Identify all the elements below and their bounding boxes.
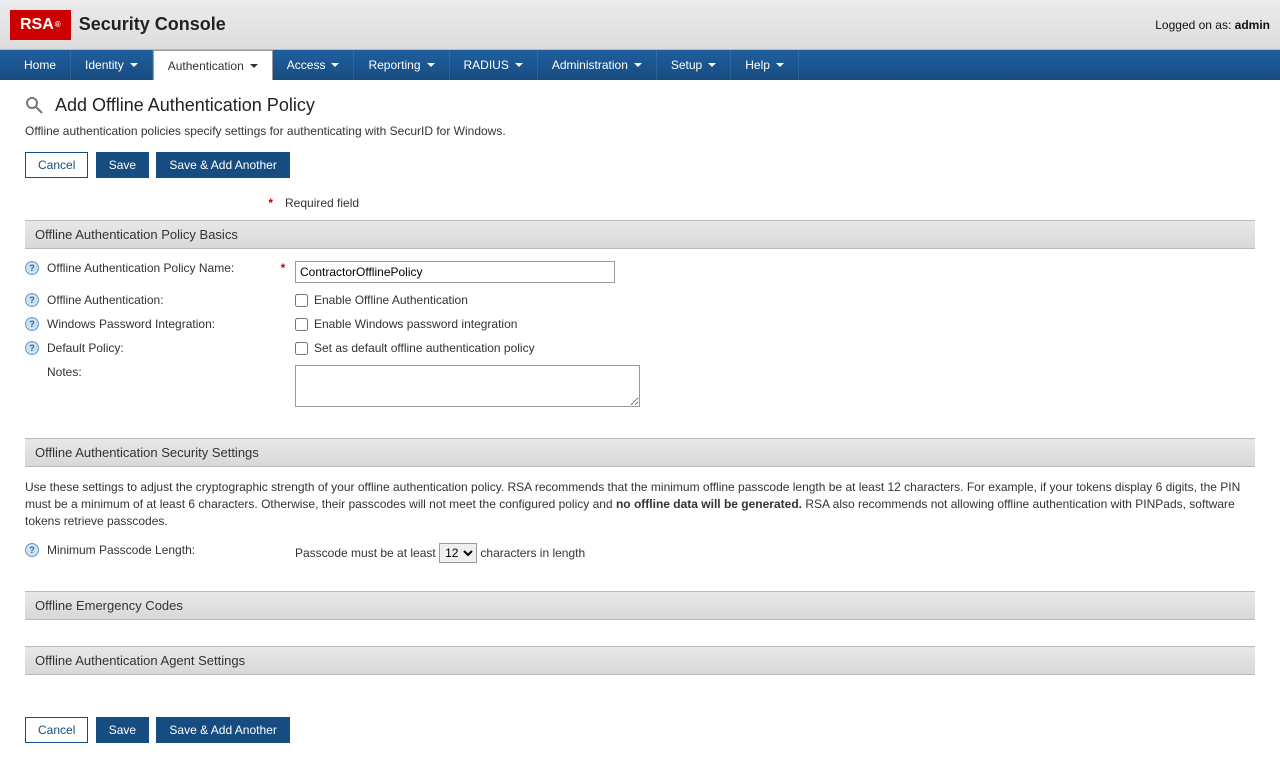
- rsa-logo-icon: RSA®: [10, 10, 71, 40]
- enable-offline-checkbox[interactable]: [295, 294, 308, 307]
- win-pass-checkbox-label[interactable]: Enable Windows password integration: [295, 317, 1255, 331]
- cancel-button[interactable]: Cancel: [25, 152, 88, 178]
- app-header: RSA® Security Console Logged on as: admi…: [0, 0, 1280, 50]
- chevron-down-icon: [130, 63, 138, 67]
- logged-on-user: Logged on as: admin: [1155, 18, 1270, 32]
- nav-identity[interactable]: Identity: [71, 50, 153, 80]
- default-policy-checkbox-label[interactable]: Set as default offline authentication po…: [295, 341, 1255, 355]
- help-icon[interactable]: ?: [25, 341, 39, 355]
- console-title: Security Console: [79, 14, 226, 35]
- chevron-down-icon: [776, 63, 784, 67]
- enable-offline-checkbox-label[interactable]: Enable Offline Authentication: [295, 293, 1255, 307]
- chevron-down-icon: [515, 63, 523, 67]
- chevron-down-icon: [634, 63, 642, 67]
- section-security-header: Offline Authentication Security Settings: [25, 438, 1255, 467]
- nav-help[interactable]: Help: [731, 50, 799, 80]
- help-icon[interactable]: ?: [25, 317, 39, 331]
- required-star-icon: *: [281, 261, 286, 275]
- page-description: Offline authentication policies specify …: [25, 124, 1255, 138]
- notes-label: Notes:: [47, 365, 82, 379]
- passcode-suffix-text: characters in length: [480, 546, 585, 560]
- top-button-row: Cancel Save Save & Add Another: [25, 152, 1255, 178]
- default-policy-checkbox[interactable]: [295, 342, 308, 355]
- save-add-another-button[interactable]: Save & Add Another: [156, 717, 289, 743]
- section-agent-header: Offline Authentication Agent Settings: [25, 646, 1255, 675]
- logo-area: RSA® Security Console: [10, 10, 226, 40]
- nav-setup[interactable]: Setup: [657, 50, 731, 80]
- chevron-down-icon: [427, 63, 435, 67]
- win-pass-checkbox[interactable]: [295, 318, 308, 331]
- bottom-button-row: Cancel Save Save & Add Another: [25, 717, 1255, 743]
- policy-name-input[interactable]: [295, 261, 615, 283]
- required-field-label: Required field: [285, 196, 359, 210]
- nav-administration[interactable]: Administration: [538, 50, 657, 80]
- chevron-down-icon: [250, 64, 258, 68]
- page-title: Add Offline Authentication Policy: [55, 95, 315, 116]
- cancel-button[interactable]: Cancel: [25, 717, 88, 743]
- policy-name-label: Offline Authentication Policy Name:: [47, 261, 234, 275]
- win-pass-label: Windows Password Integration:: [47, 317, 215, 331]
- main-nav: Home Identity Authentication Access Repo…: [0, 50, 1280, 80]
- notes-textarea[interactable]: [295, 365, 640, 407]
- passcode-prefix-text: Passcode must be at least: [295, 546, 439, 560]
- help-icon[interactable]: ?: [25, 543, 39, 557]
- page-icon: [25, 96, 45, 116]
- min-passcode-label: Minimum Passcode Length:: [47, 543, 195, 557]
- section-basics-header: Offline Authentication Policy Basics: [25, 220, 1255, 249]
- nav-authentication[interactable]: Authentication: [153, 50, 273, 80]
- required-legend: * Required field: [25, 196, 1255, 210]
- section-emergency-header: Offline Emergency Codes: [25, 591, 1255, 620]
- page-header: Add Offline Authentication Policy: [25, 95, 1255, 116]
- save-button[interactable]: Save: [96, 717, 149, 743]
- nav-radius[interactable]: RADIUS: [450, 50, 538, 80]
- nav-reporting[interactable]: Reporting: [354, 50, 449, 80]
- chevron-down-icon: [331, 63, 339, 67]
- nav-access[interactable]: Access: [273, 50, 355, 80]
- help-icon[interactable]: ?: [25, 293, 39, 307]
- default-policy-label: Default Policy:: [47, 341, 124, 355]
- offline-auth-label: Offline Authentication:: [47, 293, 164, 307]
- save-add-another-button[interactable]: Save & Add Another: [156, 152, 289, 178]
- required-star-icon: *: [268, 196, 273, 210]
- security-description: Use these settings to adjust the cryptog…: [25, 479, 1255, 529]
- min-passcode-select[interactable]: 12: [439, 543, 477, 563]
- save-button[interactable]: Save: [96, 152, 149, 178]
- help-icon[interactable]: ?: [25, 261, 39, 275]
- chevron-down-icon: [708, 63, 716, 67]
- nav-home[interactable]: Home: [10, 50, 71, 80]
